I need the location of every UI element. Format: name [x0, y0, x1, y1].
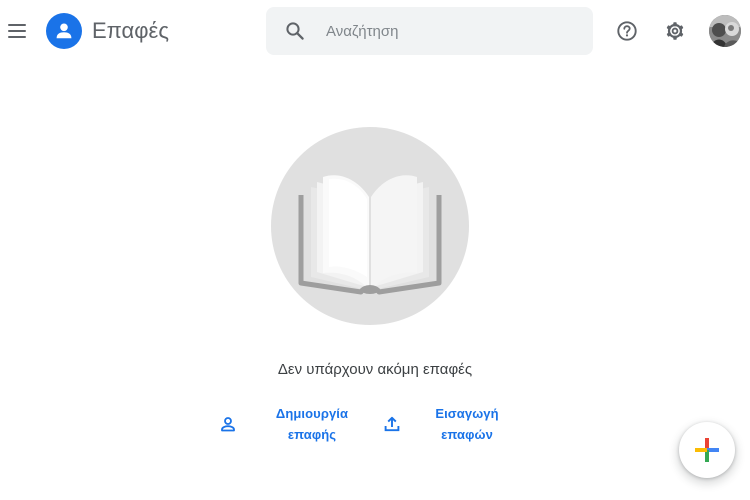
search-input[interactable]: [326, 22, 576, 40]
create-fab-button[interactable]: [679, 422, 735, 478]
app-header: Επαφές: [0, 0, 750, 62]
search-bar[interactable]: [266, 7, 593, 55]
empty-state-message: Δεν υπάρχουν ακόμη επαφές: [277, 361, 473, 378]
hamburger-menu-icon[interactable]: [4, 16, 30, 46]
open-book-icon: [271, 127, 469, 325]
multicolor-plus-icon: [695, 438, 719, 462]
import-contacts-button[interactable]: Εισαγωγή επαφών: [378, 400, 512, 448]
person-icon: [46, 13, 82, 49]
help-circle-icon[interactable]: [614, 18, 640, 44]
user-avatar[interactable]: [709, 15, 741, 47]
create-contact-label: Δημιουργία επαφής: [275, 406, 349, 442]
search-icon[interactable]: [285, 21, 305, 41]
upload-icon: [378, 415, 406, 433]
gear-icon[interactable]: [662, 18, 688, 44]
app-title: Επαφές: [92, 18, 169, 43]
import-contacts-label: Εισαγωγή επαφών: [435, 406, 499, 442]
create-contact-button[interactable]: Δημιουργία επαφής: [214, 400, 362, 448]
person-outline-icon: [214, 415, 242, 433]
